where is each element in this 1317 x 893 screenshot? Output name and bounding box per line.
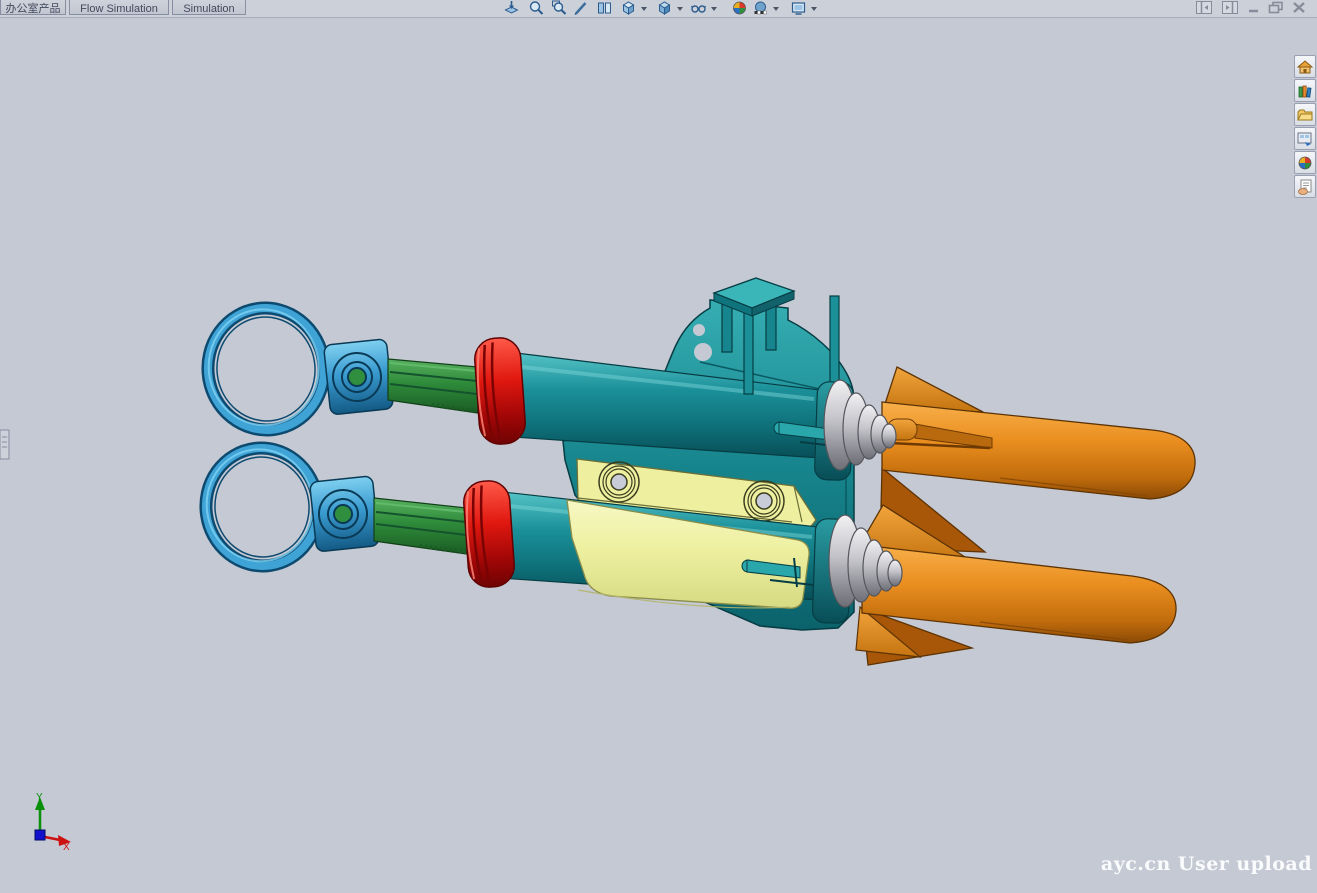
appearances-sphere-icon <box>1297 155 1313 171</box>
folder-icon <box>1297 107 1313 123</box>
previous-view-icon[interactable] <box>573 0 590 16</box>
tab-office-products[interactable]: 办公室产品 <box>0 0 66 15</box>
edit-appearance-icon[interactable] <box>752 0 769 16</box>
close-button[interactable] <box>1291 1 1307 14</box>
lower-pivot-hub[interactable] <box>310 476 380 552</box>
view-orientation-dropdown[interactable] <box>641 7 647 11</box>
z-axis-origin <box>35 830 45 840</box>
home-icon <box>1297 59 1313 75</box>
apply-scene-icon[interactable] <box>731 0 748 16</box>
lower-end-collar[interactable] <box>462 480 515 589</box>
bracket-notch <box>694 343 712 361</box>
view-settings-icon[interactable] <box>790 0 807 16</box>
design-library-button[interactable] <box>1294 79 1316 102</box>
section-view-icon[interactable] <box>596 0 613 16</box>
books-icon <box>1297 83 1313 99</box>
appearances-scenes-button[interactable] <box>1294 151 1316 174</box>
display-style-dropdown[interactable] <box>677 7 683 11</box>
view-settings-dropdown[interactable] <box>811 7 817 11</box>
bracket-notch <box>693 324 705 336</box>
file-explorer-button[interactable] <box>1294 103 1316 126</box>
view-palette-icon <box>1297 131 1313 147</box>
upper-end-collar[interactable] <box>473 337 526 446</box>
solidworks-resources-button[interactable] <box>1294 55 1316 78</box>
shaft-end-pin <box>333 504 353 524</box>
hide-show-items-dropdown[interactable] <box>711 7 717 11</box>
zoom-to-area-icon[interactable] <box>551 0 568 16</box>
view-orientation-icon[interactable] <box>620 0 637 16</box>
command-bar: 办公室产品 Flow Simulation Simulation <box>0 0 1317 18</box>
task-pane <box>1294 55 1317 199</box>
zoom-to-fit-icon[interactable] <box>528 0 545 16</box>
upper-pivot-hub[interactable] <box>324 339 394 415</box>
hide-show-items-icon[interactable] <box>690 0 707 16</box>
tab-simulation[interactable]: Simulation <box>172 0 246 15</box>
document-hand-icon <box>1297 179 1313 195</box>
tab-flow-simulation[interactable]: Flow Simulation <box>69 0 169 15</box>
custom-properties-button[interactable] <box>1294 175 1316 198</box>
feature-manager-collapsed-tab[interactable] <box>0 430 9 459</box>
display-style-icon[interactable] <box>656 0 673 16</box>
collapse-left-pane-button[interactable] <box>1196 1 1212 14</box>
shaft-end-pin <box>347 367 367 387</box>
graphics-viewport[interactable]: Y X <box>0 0 1317 893</box>
normal-to-view-icon[interactable] <box>503 0 520 16</box>
collapse-right-pane-button[interactable] <box>1222 1 1238 14</box>
y-axis-label: Y <box>36 792 43 803</box>
edit-appearance-dropdown[interactable] <box>773 7 779 11</box>
rear-sight-blade <box>830 296 839 392</box>
restore-button[interactable] <box>1267 1 1285 14</box>
watermark: ayc.cn User upload <box>1101 853 1312 875</box>
minimize-button[interactable] <box>1246 1 1262 14</box>
x-axis-label: X <box>63 842 70 853</box>
view-palette-button[interactable] <box>1294 127 1316 150</box>
